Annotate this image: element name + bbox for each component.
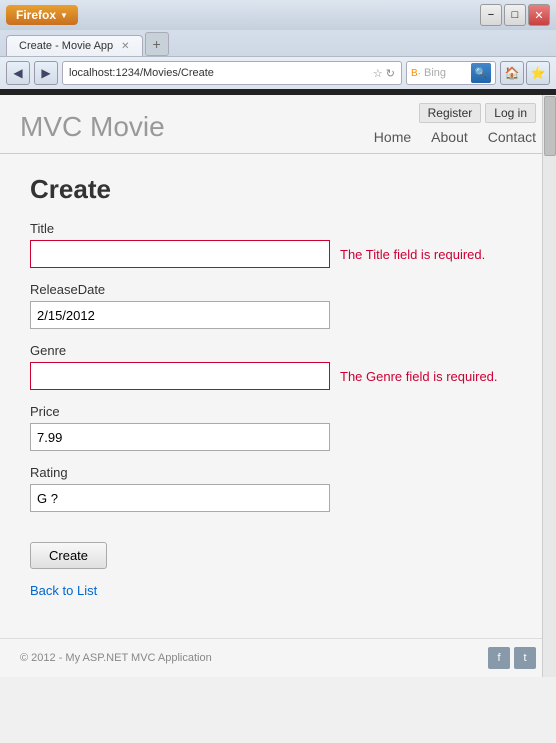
genre-error-message: The Genre field is required. [340,369,498,384]
auth-links: Register Log in [419,103,536,123]
rating-label: Rating [30,465,526,480]
tab-close-icon[interactable]: ✕ [121,41,129,52]
title-error-message: The Title field is required. [340,247,485,262]
login-link[interactable]: Log in [485,103,536,123]
title-row: The Title field is required. [30,240,526,268]
site-wrapper: MVC Movie Register Log in Home About Con… [0,95,556,677]
bookmark-icon: ☆ [373,67,383,80]
footer-icons: f t [488,647,536,669]
nav-home[interactable]: Home [374,129,411,145]
active-tab[interactable]: Create - Movie App ✕ [6,35,143,56]
main-content: Create Title The Title field is required… [0,154,556,618]
browser-chrome: Firefox ▼ − □ ✕ Create - Movie App ✕ + ◀… [0,0,556,89]
scrollbar[interactable] [542,95,556,677]
register-link[interactable]: Register [419,103,482,123]
bookmarks-button[interactable]: ⭐ [526,61,550,85]
site-logo: MVC Movie [20,111,165,143]
genre-row: The Genre field is required. [30,362,526,390]
site-header: MVC Movie Register Log in Home About Con… [0,95,556,145]
genre-field-group: Genre The Genre field is required. [30,343,526,390]
address-bar[interactable]: localhost:1234/Movies/Create ☆ ↻ [62,61,402,85]
facebook-icon[interactable]: f [488,647,510,669]
search-bar[interactable]: B· Bing 🔍 [406,61,496,85]
refresh-icon[interactable]: ↻ [386,67,395,80]
create-button[interactable]: Create [30,542,107,569]
address-icons: ☆ ↻ [373,67,395,80]
title-label: Title [30,221,526,236]
nav-about[interactable]: About [431,129,468,145]
genre-label: Genre [30,343,526,358]
firefox-menu-button[interactable]: Firefox ▼ [6,5,78,25]
tab-bar: Create - Movie App ✕ + [0,30,556,56]
firefox-arrow-icon: ▼ [60,11,68,20]
page-title: Create [30,174,526,205]
bing-icon: B· [411,68,421,79]
header-right: Register Log in Home About Contact [374,103,536,145]
new-tab-button[interactable]: + [145,32,169,56]
window-controls: − □ ✕ [480,4,550,26]
back-button[interactable]: ◀ [6,61,30,85]
rating-field-group: Rating [30,465,526,512]
scrollbar-thumb[interactable] [544,96,556,156]
nav-bar: ◀ ▶ localhost:1234/Movies/Create ☆ ↻ B· … [0,56,556,89]
search-text: Bing [424,67,468,79]
release-date-row [30,301,526,329]
tab-title: Create - Movie App [19,40,113,52]
title-bar: Firefox ▼ − □ ✕ [0,0,556,30]
maximize-button[interactable]: □ [504,4,526,26]
release-date-label: ReleaseDate [30,282,526,297]
site-footer: © 2012 - My ASP.NET MVC Application f t [0,638,556,677]
price-input[interactable] [30,423,330,451]
footer-text: © 2012 - My ASP.NET MVC Application [20,652,212,664]
forward-button[interactable]: ▶ [34,61,58,85]
main-nav: Home About Contact [374,129,536,145]
search-button[interactable]: 🔍 [471,63,491,83]
home-nav-button[interactable]: 🏠 [500,61,524,85]
close-button[interactable]: ✕ [528,4,550,26]
back-to-list-link[interactable]: Back to List [30,583,526,598]
minimize-button[interactable]: − [480,4,502,26]
price-row [30,423,526,451]
nav-extra-buttons: 🏠 ⭐ [500,61,550,85]
price-label: Price [30,404,526,419]
firefox-label: Firefox [16,8,56,22]
twitter-icon[interactable]: t [514,647,536,669]
rating-input[interactable] [30,484,330,512]
genre-input[interactable] [30,362,330,390]
release-date-field-group: ReleaseDate [30,282,526,329]
title-field-group: Title The Title field is required. [30,221,526,268]
title-input[interactable] [30,240,330,268]
release-date-input[interactable] [30,301,330,329]
rating-row [30,484,526,512]
address-text: localhost:1234/Movies/Create [69,67,369,79]
price-field-group: Price [30,404,526,451]
nav-contact[interactable]: Contact [488,129,536,145]
